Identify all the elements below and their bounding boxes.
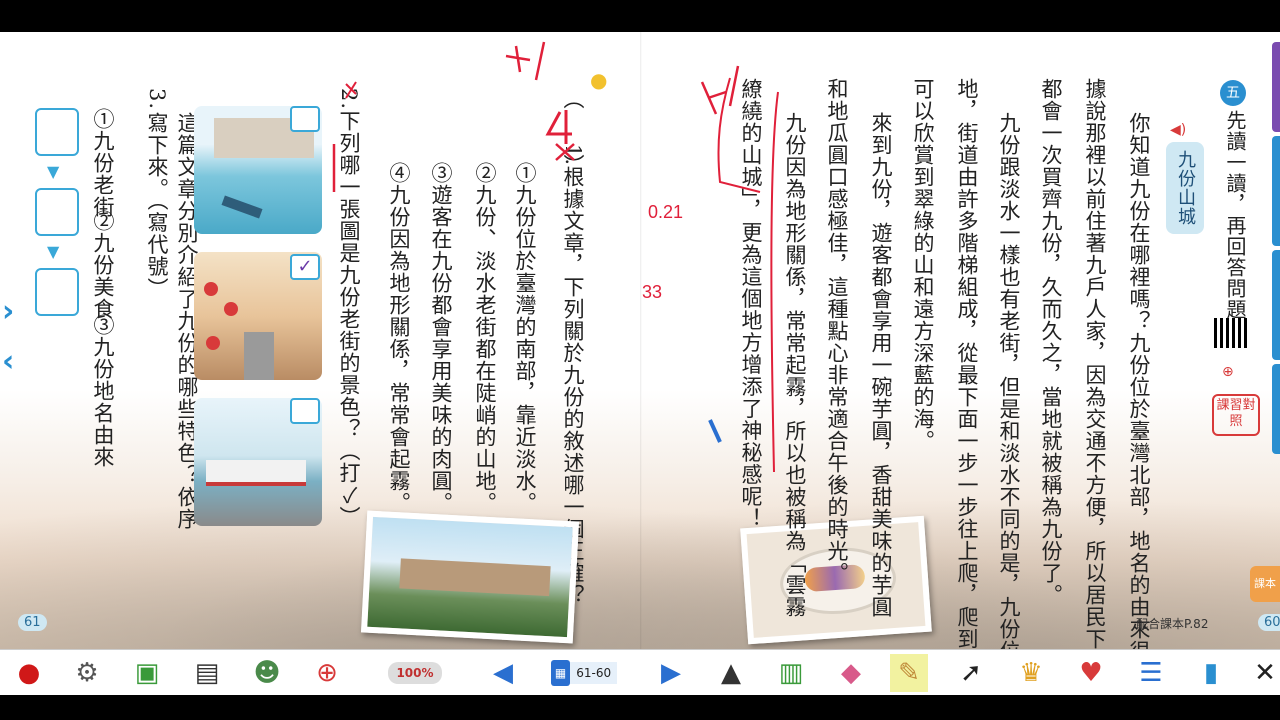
- page-grid-icon: ▦: [550, 660, 571, 686]
- red-cross-q2: [345, 81, 357, 99]
- handwriting-layer: 0.21 33: [332, 41, 779, 473]
- toolbox-icon[interactable]: ▣: [128, 654, 166, 692]
- textbook-spread: › ‹ ▼ ▼ 3. 這篇文章分別介紹了九份的哪些特色？依序寫下來。（寫代號） …: [0, 32, 1280, 649]
- next-page-icon[interactable]: ▶: [652, 654, 690, 692]
- gear-icon[interactable]: ⚙: [68, 654, 106, 692]
- close-icon[interactable]: ✕: [1250, 654, 1280, 692]
- red-bracket-line: [770, 91, 779, 473]
- eraser-icon[interactable]: ◆: [832, 654, 870, 692]
- pointer-icon[interactable]: ➚: [952, 654, 990, 692]
- list-icon[interactable]: ☰: [1132, 654, 1170, 692]
- prev-page-icon[interactable]: ◀: [484, 654, 522, 692]
- zoom-100-icon[interactable]: 100%: [378, 654, 452, 692]
- users-icon[interactable]: ☻: [248, 654, 286, 692]
- trash-icon[interactable]: ▥: [772, 654, 810, 692]
- graduation-cap-icon[interactable]: ▲: [712, 654, 750, 692]
- red-note-ratio: 0.21: [648, 202, 683, 222]
- page-select-icon[interactable]: ▦ 61-60: [546, 654, 622, 692]
- red-plus-one-mark: [505, 41, 546, 81]
- bottom-black-bar: [0, 695, 1280, 720]
- apple-icon[interactable]: ●: [10, 654, 48, 692]
- top-black-bar: [0, 0, 1280, 32]
- red-x-mark: [555, 143, 575, 161]
- red-x1-mark: [700, 65, 740, 115]
- red-underline-fog: [717, 77, 761, 193]
- bottom-toolbar: ● ⚙ ▣ ▤ ☻ ⊕ 100% ◀ ▦ 61-60 ▶ ▲ ▥ ◆ ✎ ➚ ♛…: [0, 649, 1280, 696]
- zoom-level-label: 100%: [388, 662, 442, 684]
- save-icon[interactable]: ▤: [188, 654, 226, 692]
- cards-icon[interactable]: ♥: [1072, 654, 1110, 692]
- red-note-33: 33: [642, 282, 662, 302]
- pen-cursor-icon: [708, 419, 722, 443]
- notebook-icon[interactable]: ▮: [1192, 654, 1230, 692]
- trophy-icon[interactable]: ♛: [1012, 654, 1050, 692]
- red-answer-four: [545, 110, 572, 144]
- zoom-in-icon[interactable]: ⊕: [308, 654, 346, 692]
- palette-icon[interactable]: ✎: [890, 654, 928, 692]
- page-indicator: 61-60: [570, 662, 618, 684]
